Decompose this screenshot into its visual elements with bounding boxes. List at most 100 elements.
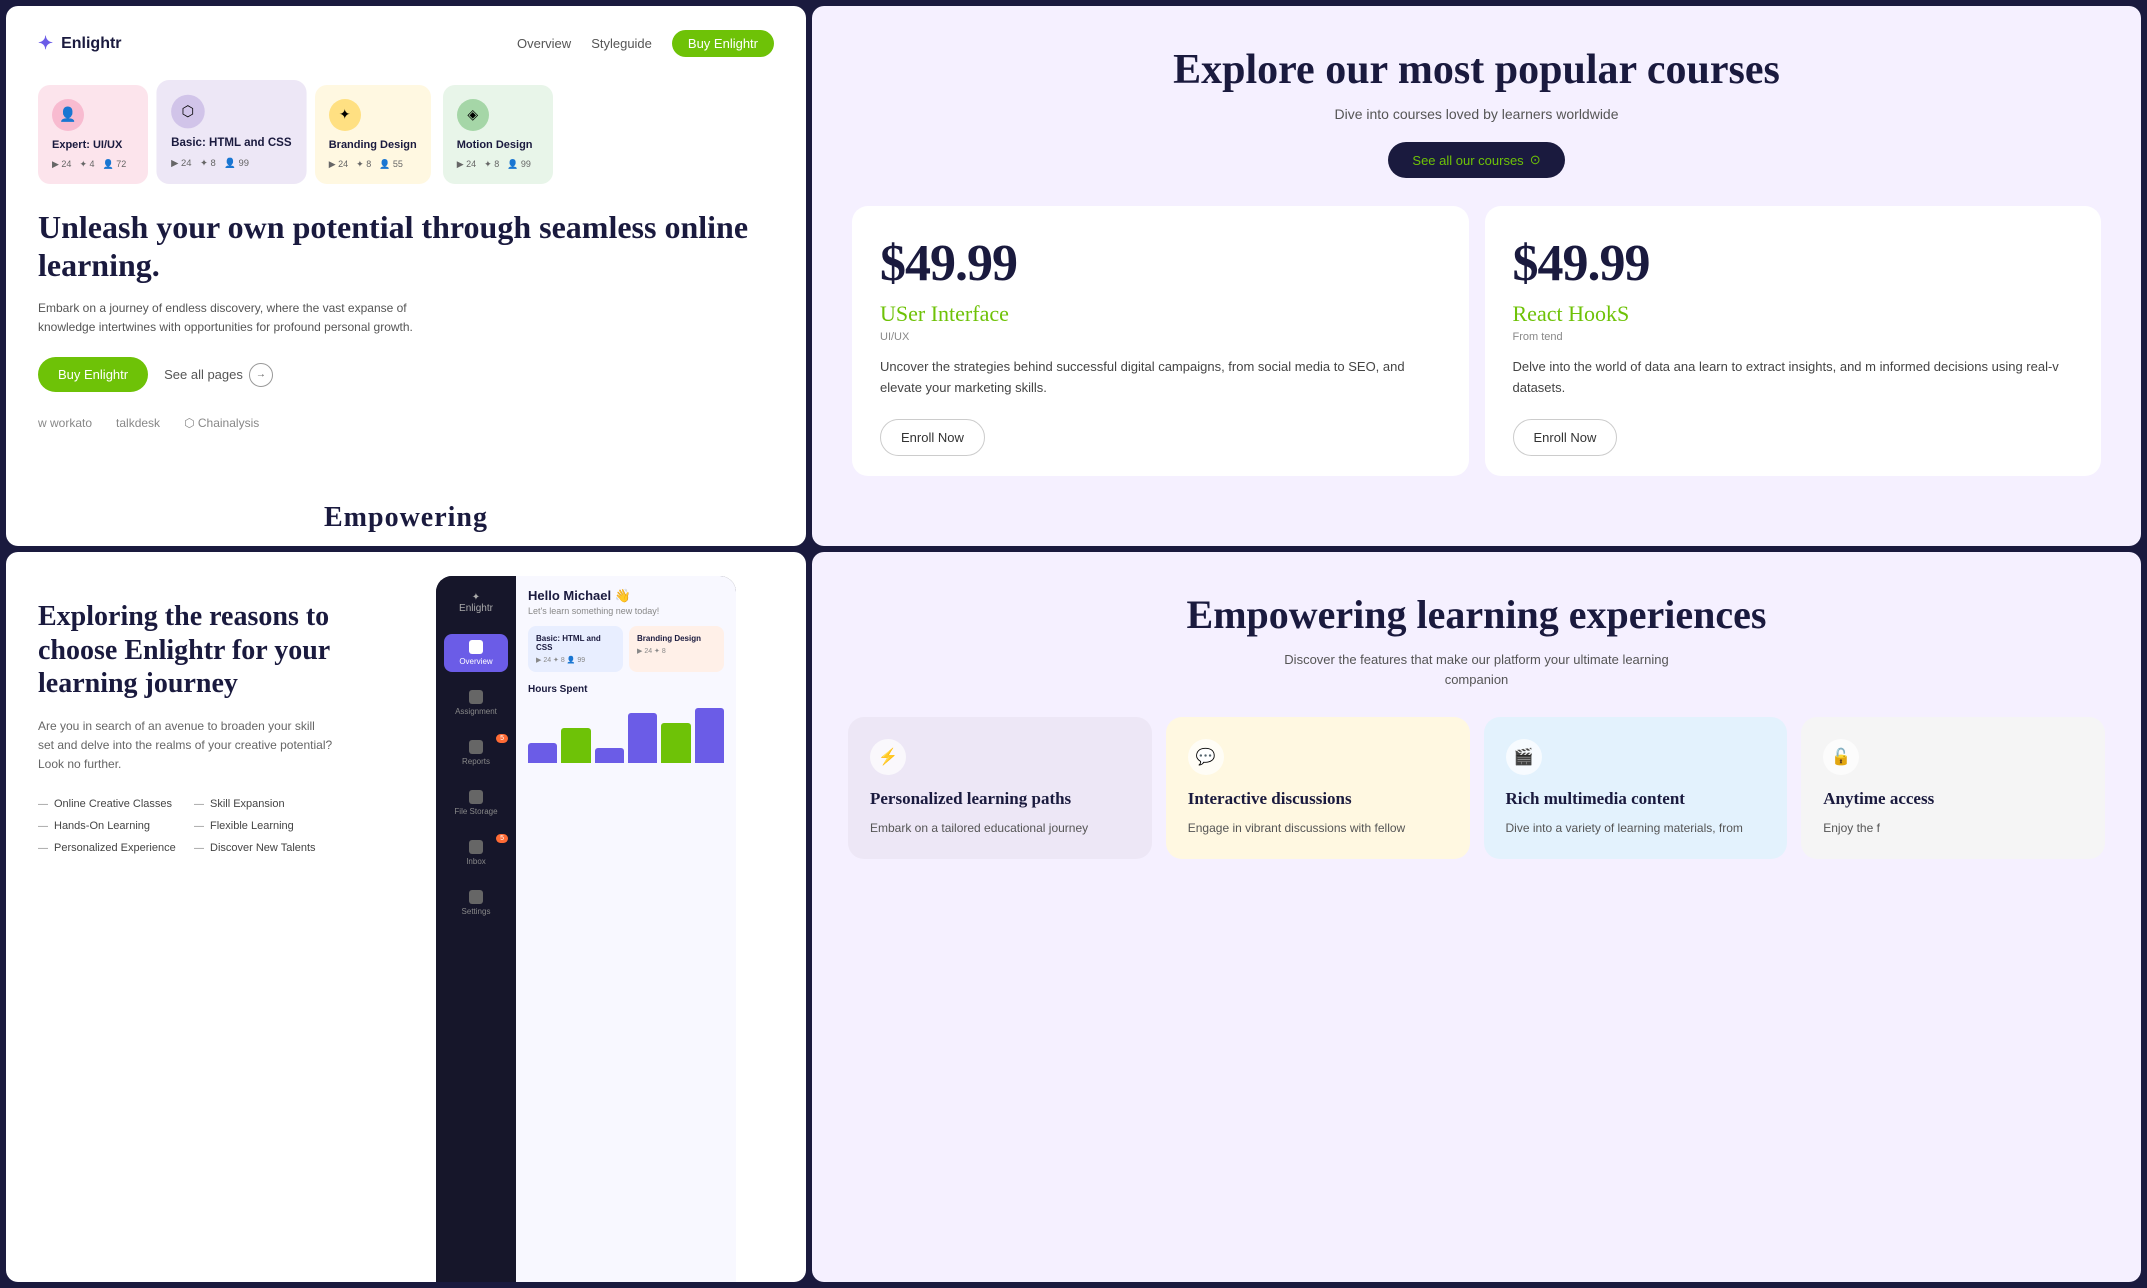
app-cards-row: Basic: HTML and CSS ▶ 24 ✦ 8 👤 99 Brandi… xyxy=(528,626,724,672)
app-nav-assignment[interactable]: Assignment xyxy=(444,684,508,722)
app-nav-reports[interactable]: Reports 5 xyxy=(444,734,508,772)
feature-card-0: ⚡ Personalized learning paths Embark on … xyxy=(848,717,1152,859)
chart-bar-1 xyxy=(561,728,590,763)
app-mini-card-1[interactable]: Branding Design ▶ 24 ✦ 8 xyxy=(629,626,724,672)
feature-card-3: 🔓 Anytime access Enjoy the f xyxy=(1801,717,2105,859)
app-sidebar: ✦ Enlightr Overview Assignment xyxy=(436,576,516,1282)
fc-desc-0: Embark on a tailored educational journey xyxy=(870,819,1130,837)
bl-title: Exploring the reasons to choose Enlightr… xyxy=(38,600,334,701)
logo: ✦ Enlightr xyxy=(38,33,122,54)
fc-desc-2: Dive into a variety of learning material… xyxy=(1506,819,1766,837)
course-cards: 👤 Expert: UI/UX ▶ 24✦ 4👤 72 ⬡ Basic: HTM… xyxy=(38,85,774,184)
logo-text: Enlightr xyxy=(61,35,121,53)
card-icon-branding: ✦ xyxy=(329,99,361,131)
app-nav-inbox-label: Inbox xyxy=(466,857,486,866)
see-all-btn[interactable]: See all our courses ⊙ xyxy=(1388,142,1564,178)
brand-chainalysis: ⬡ Chainalysis xyxy=(184,416,259,430)
logo-icon: ✦ xyxy=(38,33,53,54)
hero-primary-btn[interactable]: Buy Enlightr xyxy=(38,357,148,392)
chart-bar-5 xyxy=(695,708,724,763)
course-name-0: USer Interface xyxy=(880,301,1441,327)
empowering-label: Empowering xyxy=(324,502,488,534)
arrow-circle-icon: → xyxy=(249,363,273,387)
fc-icon-1: 💬 xyxy=(1188,739,1224,775)
card-meta-branding: ▶ 24✦ 8👤 55 xyxy=(329,159,417,170)
panel-top-left: ✦ Enlightr Overview Styleguide Buy Enlig… xyxy=(6,6,806,546)
app-nav-overview[interactable]: Overview xyxy=(444,634,508,672)
app-nav-filestorage-icon xyxy=(469,790,483,804)
bl-desc: Are you in search of an avenue to broade… xyxy=(38,717,334,775)
panel-bottom-left: Exploring the reasons to choose Enlightr… xyxy=(6,552,806,1282)
app-mini-title-1: Branding Design xyxy=(637,634,716,643)
feature-item-2: Hands-On Learning xyxy=(38,820,178,832)
enroll-btn-0[interactable]: Enroll Now xyxy=(880,419,985,456)
fc-icon-0: ⚡ xyxy=(870,739,906,775)
app-greeting-sub: Let's learn something new today! xyxy=(528,606,724,616)
brand-workato: w workato xyxy=(38,416,92,430)
nav-styleguide[interactable]: Styleguide xyxy=(591,36,652,51)
card-title-motion: Motion Design xyxy=(457,139,539,151)
course-price-0: $49.99 xyxy=(880,234,1441,293)
features-row: ⚡ Personalized learning paths Embark on … xyxy=(848,717,2105,859)
br-title: Empowering learning experiences xyxy=(1187,592,1767,638)
app-logo-icon: ✦ xyxy=(472,592,480,603)
app-main: Hello Michael 👋 Let's learn something ne… xyxy=(516,576,736,1282)
feature-item-3: Flexible Learning xyxy=(194,820,334,832)
app-hours-title: Hours Spent xyxy=(528,684,724,695)
app-nav-inbox-icon xyxy=(469,840,483,854)
course-desc-0: Uncover the strategies behind successful… xyxy=(880,357,1441,399)
panel-top-right: Explore our most popular courses Dive in… xyxy=(812,6,2141,546)
fc-icon-3: 🔓 xyxy=(1823,739,1859,775)
app-nav-overview-icon xyxy=(469,640,483,654)
fc-title-3: Anytime access xyxy=(1823,789,2083,809)
app-mockup: ✦ Enlightr Overview Assignment xyxy=(436,576,736,1282)
app-nav-filestorage-label: File Storage xyxy=(454,807,497,816)
fc-title-1: Interactive discussions xyxy=(1188,789,1448,809)
br-desc: Discover the features that make our plat… xyxy=(1277,650,1677,689)
course-card-uiux[interactable]: 👤 Expert: UI/UX ▶ 24✦ 4👤 72 xyxy=(38,85,148,184)
course-tag-0: UI/UX xyxy=(880,331,1441,343)
app-mini-card-0[interactable]: Basic: HTML and CSS ▶ 24 ✦ 8 👤 99 xyxy=(528,626,623,672)
nav-buy-btn[interactable]: Buy Enlightr xyxy=(672,30,774,57)
nav-overview[interactable]: Overview xyxy=(517,36,571,51)
hero-title: Unleash your own potential through seaml… xyxy=(38,208,774,285)
course-desc-1: Delve into the world of data ana learn t… xyxy=(1513,357,2074,399)
section-title: Explore our most popular courses xyxy=(1173,46,1780,94)
enroll-btn-1[interactable]: Enroll Now xyxy=(1513,419,1618,456)
course-item-0: $49.99 USer Interface UI/UX Uncover the … xyxy=(852,206,1469,476)
app-nav-settings[interactable]: Settings xyxy=(444,884,508,922)
card-icon-uiux: 👤 xyxy=(52,99,84,131)
course-card-html[interactable]: ⬡ Basic: HTML and CSS ▶ 24✦ 8👤 99 xyxy=(156,80,306,184)
app-nav-reports-icon xyxy=(469,740,483,754)
feature-item-5: Discover New Talents xyxy=(194,842,334,854)
brand-talkdesk: talkdesk xyxy=(116,416,160,430)
card-icon-motion: ◈ xyxy=(457,99,489,131)
chart-bar-4 xyxy=(661,723,690,763)
app-nav-assignment-label: Assignment xyxy=(455,707,497,716)
inbox-badge: 5 xyxy=(496,834,508,843)
hero-desc: Embark on a journey of endless discovery… xyxy=(38,299,418,337)
course-price-1: $49.99 xyxy=(1513,234,2074,293)
app-nav-settings-icon xyxy=(469,890,483,904)
app-nav-filestorage[interactable]: File Storage xyxy=(444,784,508,822)
course-item-1: $49.99 React HookS From tend Delve into … xyxy=(1485,206,2102,476)
feature-item-0: Online Creative Classes xyxy=(38,798,178,810)
navbar: ✦ Enlightr Overview Styleguide Buy Enlig… xyxy=(38,30,774,57)
hero-secondary-btn[interactable]: See all pages → xyxy=(164,363,273,387)
chart-bar-3 xyxy=(628,713,657,763)
app-nav-settings-label: Settings xyxy=(462,907,491,916)
app-mini-title-0: Basic: HTML and CSS xyxy=(536,634,615,652)
brand-logos: w workato talkdesk ⬡ Chainalysis xyxy=(38,416,774,430)
section-subtitle: Dive into courses loved by learners worl… xyxy=(1334,106,1618,122)
card-title-branding: Branding Design xyxy=(329,139,417,151)
course-card-branding[interactable]: ✦ Branding Design ▶ 24✦ 8👤 55 xyxy=(315,85,431,184)
card-meta-html: ▶ 24✦ 8👤 99 xyxy=(171,158,291,170)
fc-desc-3: Enjoy the f xyxy=(1823,819,2083,837)
card-meta-motion: ▶ 24✦ 8👤 99 xyxy=(457,159,539,170)
app-greeting: Hello Michael 👋 xyxy=(528,588,724,604)
course-card-motion[interactable]: ◈ Motion Design ▶ 24✦ 8👤 99 xyxy=(443,85,553,184)
bl-app: ✦ Enlightr Overview Assignment xyxy=(366,552,806,1282)
feature-list: Online Creative Classes Skill Expansion … xyxy=(38,798,334,854)
app-nav-inbox[interactable]: Inbox 5 xyxy=(444,834,508,872)
hero-actions: Buy Enlightr See all pages → xyxy=(38,357,774,392)
